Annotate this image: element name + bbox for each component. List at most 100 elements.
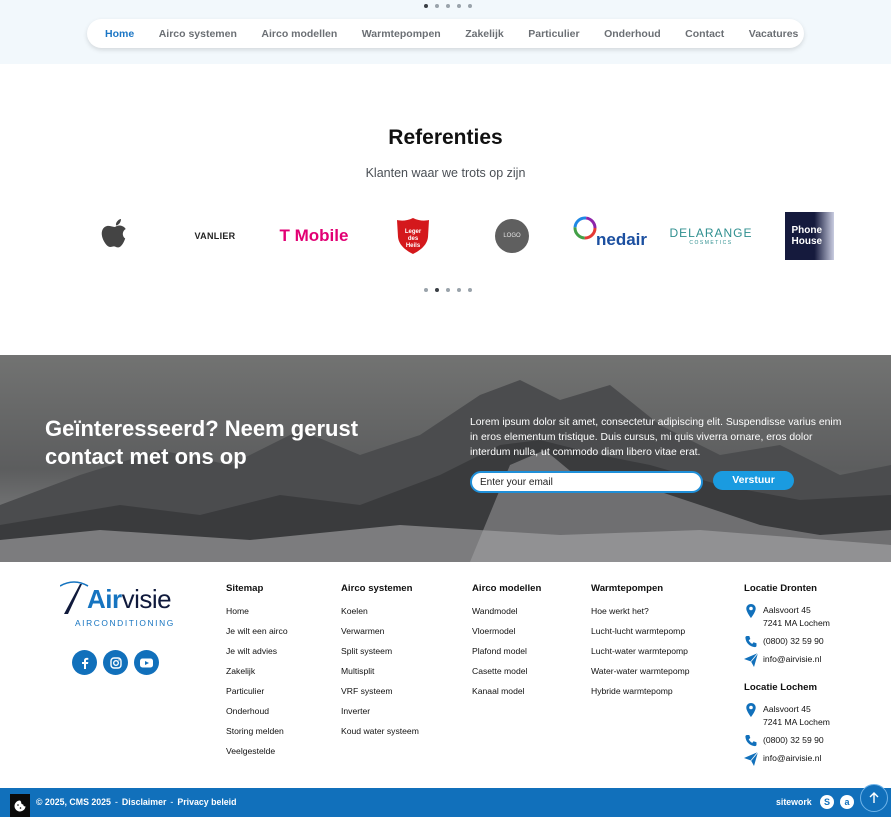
footer-link[interactable]: Home	[226, 605, 288, 625]
nav-item-airco-systemen[interactable]: Airco systemen	[159, 28, 237, 40]
location-lochem-phone[interactable]: (0800) 32 59 90	[744, 734, 824, 748]
footer-link[interactable]: Veelgestelde	[226, 745, 288, 765]
nav-item-particulier[interactable]: Particulier	[528, 28, 579, 40]
carousel-dot[interactable]	[457, 4, 461, 8]
main-navigation: Home Airco systemen Airco modellen Warmt…	[87, 19, 804, 48]
location-dronten-phone[interactable]: (0800) 32 59 90	[744, 635, 824, 649]
footer-column-sitemap: Sitemap Home Je wilt een airco Je wilt a…	[226, 583, 288, 765]
carousel-dot[interactable]	[468, 288, 472, 292]
references-carousel-dots	[424, 288, 472, 292]
footer-link[interactable]: Casette model	[472, 665, 541, 685]
phone-icon	[745, 636, 757, 648]
footer-link[interactable]: Onderhoud	[226, 705, 288, 725]
carousel-dot[interactable]	[435, 4, 439, 8]
brand-tagline: AIRCONDITIONING	[75, 618, 175, 628]
footer-link[interactable]: Kanaal model	[472, 685, 541, 705]
footer-link[interactable]: Lucht-lucht warmtepomp	[591, 625, 690, 645]
map-pin-icon	[746, 604, 756, 618]
t-mobile-logo: T Mobile	[279, 226, 349, 245]
nedair-logo: nedair	[572, 212, 652, 258]
vanlier-logo: VANLIER	[194, 231, 236, 241]
footer-link[interactable]: Koud water systeem	[341, 725, 419, 745]
cta-description: Lorem ipsum dolor sit amet, consectetur …	[470, 417, 842, 458]
footer-link[interactable]: Wandmodel	[472, 605, 541, 625]
footer-link[interactable]: Multisplit	[341, 665, 419, 685]
footer-column-airco-modellen: Airco modellen Wandmodel Vloermodel Plaf…	[472, 583, 541, 705]
disclaimer-link[interactable]: Disclaimer	[122, 797, 167, 807]
nav-item-onderhoud[interactable]: Onderhoud	[604, 28, 661, 40]
column-title: Airco systemen	[341, 583, 413, 594]
location-lochem-address: Aalsvoort 45 7241 MA Lochem	[744, 703, 830, 728]
delarange-logo: DELARANGE COSMETICS	[669, 226, 753, 246]
carousel-dot[interactable]	[435, 288, 439, 292]
nav-item-zakelijk[interactable]: Zakelijk	[465, 28, 504, 40]
instagram-icon	[109, 656, 122, 669]
carousel-dot[interactable]	[424, 4, 428, 8]
carousel-dot[interactable]	[457, 288, 461, 292]
references-subtitle: Klanten waar we trots op zijn	[365, 166, 526, 180]
nav-item-contact[interactable]: Contact	[685, 28, 724, 40]
send-icon	[744, 752, 758, 766]
footer-link[interactable]: Plafond model	[472, 645, 541, 665]
location-lochem-title: Locatie Lochem	[744, 682, 818, 693]
apple-icon	[101, 219, 126, 248]
carousel-dot[interactable]	[424, 288, 428, 292]
carousel-dot[interactable]	[468, 4, 472, 8]
cta-title: Geïnteresseerd? Neem gerust contact met …	[45, 416, 359, 469]
footer-link[interactable]: Lucht-water warmtepomp	[591, 645, 690, 665]
footer-column-warmtepompen: Warmtepompen Hoe werkt het? Lucht-lucht …	[591, 583, 690, 705]
carousel-dot[interactable]	[446, 288, 450, 292]
nav-item-warmtepompen[interactable]: Warmtepompen	[362, 28, 441, 40]
footer-link[interactable]: VRF systeem	[341, 685, 419, 705]
submit-button[interactable]: Verstuur	[713, 471, 794, 490]
nav-item-vacatures[interactable]: Vacatures	[749, 28, 799, 40]
footer-link[interactable]: Je wilt advies	[226, 645, 288, 665]
sitework-credit[interactable]: sitework	[776, 797, 812, 807]
cookie-settings-button[interactable]	[10, 794, 30, 817]
scroll-to-top-button[interactable]	[860, 784, 888, 812]
footer-link[interactable]: Koelen	[341, 605, 419, 625]
map-pin-icon	[746, 703, 756, 717]
instagram-link[interactable]	[103, 650, 128, 675]
contact-cta-banner: Geïnteresseerd? Neem gerust contact met …	[0, 355, 891, 562]
nav-item-home[interactable]: Home	[105, 28, 134, 40]
facebook-link[interactable]	[72, 650, 97, 675]
privacy-link[interactable]: Privacy beleid	[177, 797, 236, 807]
references-title: Referenties	[388, 126, 503, 149]
brand-name: Airvisie	[87, 584, 172, 614]
footer-link[interactable]: Water-water warmtepomp	[591, 665, 690, 685]
location-dronten-address: Aalsvoort 45 7241 MA Lochem	[744, 604, 830, 629]
footer-link[interactable]: Zakelijk	[226, 665, 288, 685]
footer-link[interactable]: Je wilt een airco	[226, 625, 288, 645]
nav-item-airco-modellen[interactable]: Airco modellen	[261, 28, 337, 40]
copyright-line: © 2025, CMS 2025- Disclaimer - Privacy bele…	[36, 797, 237, 807]
arrow-up-icon	[869, 792, 879, 803]
carousel-dot[interactable]	[446, 4, 450, 8]
sitework-a-icon[interactable]: a	[840, 795, 854, 809]
copyright-text: © 2025, CMS 2025	[36, 797, 111, 807]
facebook-icon	[81, 657, 88, 669]
phone-icon	[745, 735, 757, 747]
footer-link[interactable]: Verwarmen	[341, 625, 419, 645]
footer-link[interactable]: Storing melden	[226, 725, 288, 745]
send-icon	[744, 653, 758, 667]
footer-link[interactable]: Hoe werkt het?	[591, 605, 690, 625]
footer-column-airco-systemen: Airco systemen Koelen Verwarmen Split sy…	[341, 583, 419, 745]
leger-des-heils-logo: Leger des Heils	[394, 217, 432, 255]
column-title: Sitemap	[226, 583, 264, 594]
location-lochem-email[interactable]: info@airvisie.nl	[744, 752, 821, 766]
apple-logo	[97, 216, 133, 256]
footer-link[interactable]: Inverter	[341, 705, 419, 725]
sitework-s-icon[interactable]: S	[820, 795, 834, 809]
youtube-icon	[140, 658, 153, 667]
airvisie-logo[interactable]: Airvisie AIRCONDITIONING	[60, 580, 180, 630]
airvisie-swoosh-icon	[60, 581, 89, 614]
youtube-link[interactable]	[134, 650, 159, 675]
location-dronten-title: Locatie Dronten	[744, 583, 818, 594]
footer-link[interactable]: Hybride warmtepomp	[591, 685, 690, 705]
footer-link[interactable]: Particulier	[226, 685, 288, 705]
footer-link[interactable]: Split systeem	[341, 645, 419, 665]
location-dronten-email[interactable]: info@airvisie.nl	[744, 653, 821, 667]
email-field[interactable]	[470, 471, 703, 493]
footer-link[interactable]: Vloermodel	[472, 625, 541, 645]
